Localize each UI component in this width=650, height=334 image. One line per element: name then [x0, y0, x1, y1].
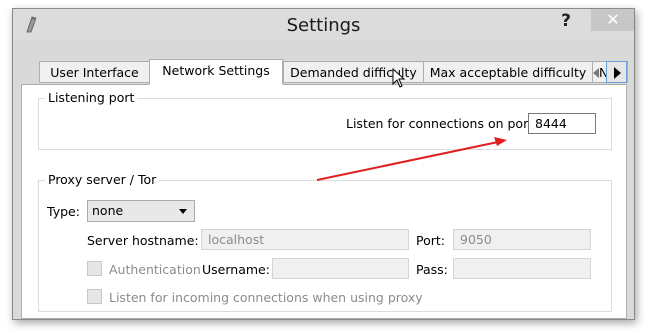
window-title: Settings — [286, 15, 361, 36]
incoming-connections-label: Listen for incoming connections when usi… — [109, 290, 423, 305]
incoming-connections-checkbox[interactable] — [87, 289, 102, 304]
proxy-type-label: Type: — [47, 204, 80, 219]
authentication-checkbox[interactable] — [87, 261, 102, 276]
tab-user-interface[interactable]: User Interface — [39, 61, 150, 83]
proxy-server-group-title: Proxy server / Tor — [45, 172, 160, 187]
proxy-port-label: Port: — [416, 233, 445, 248]
tab-scroll-left-icon[interactable] — [593, 68, 599, 78]
tab-max-acceptable-difficulty[interactable]: Max acceptable difficulty — [423, 61, 593, 83]
listening-port-group: Listening port Listen for connections on… — [38, 90, 612, 150]
tab-bar: User Interface Network Settings Demanded… — [21, 59, 628, 85]
proxy-port-input[interactable]: 9050 — [453, 229, 591, 250]
tab-scroll-right-button[interactable] — [606, 61, 627, 83]
tab-network-settings[interactable]: Network Settings — [149, 59, 283, 85]
listen-port-input[interactable]: 8444 — [528, 113, 596, 134]
help-button[interactable]: ? — [553, 10, 579, 32]
close-button[interactable]: ✕ — [591, 9, 634, 31]
proxy-type-select[interactable]: none — [87, 200, 195, 222]
listen-port-label: Listen for connections on port: — [346, 116, 538, 131]
pass-input[interactable] — [453, 258, 591, 279]
chevron-right-icon — [614, 67, 621, 79]
settings-window: Settings ? ✕ User Interface Network Sett… — [12, 8, 635, 320]
username-label: Username: — [202, 262, 270, 277]
dialog-content: User Interface Network Settings Demanded… — [21, 43, 628, 319]
username-input[interactable] — [272, 258, 409, 279]
mouse-cursor-icon — [392, 68, 406, 88]
listening-port-group-title: Listening port — [45, 90, 138, 105]
authentication-label: Authentication — [109, 262, 201, 277]
network-settings-panel: Listening port Listen for connections on… — [21, 84, 627, 319]
server-hostname-input[interactable]: localhost — [201, 229, 409, 250]
chevron-down-icon — [179, 209, 187, 214]
title-bar[interactable]: Settings ? ✕ — [13, 9, 634, 40]
proxy-type-value: none — [92, 203, 124, 218]
proxy-server-group: Proxy server / Tor Type: none Server hos… — [38, 172, 612, 312]
server-hostname-label: Server hostname: — [87, 233, 199, 248]
pass-label: Pass: — [416, 262, 448, 277]
